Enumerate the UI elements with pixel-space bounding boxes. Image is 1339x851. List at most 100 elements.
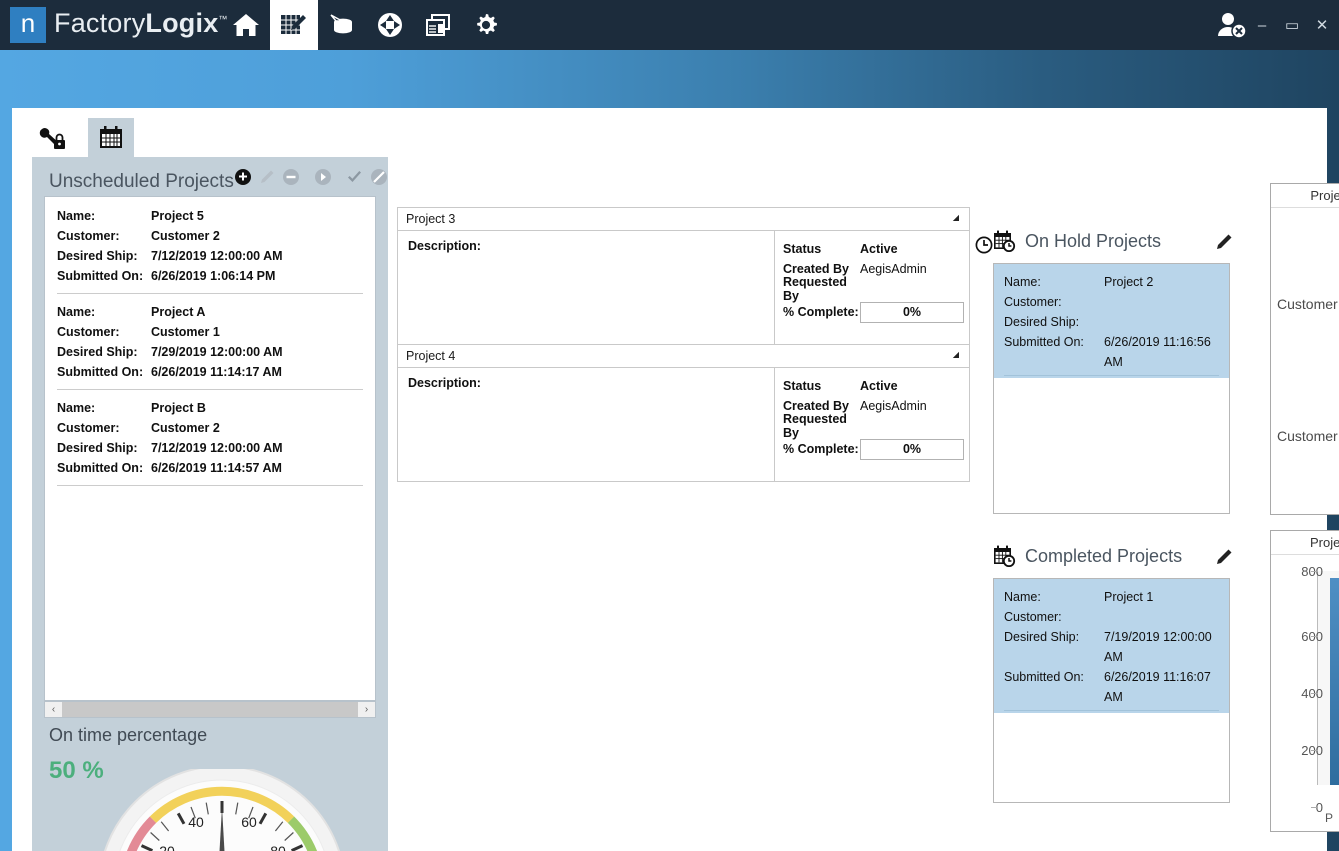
field-label-name: Name: xyxy=(57,398,151,418)
nav-settings-button[interactable] xyxy=(462,0,510,50)
field-label-desired-ship: Desired Ship: xyxy=(57,246,151,266)
unscheduled-projects-panel: Unscheduled Projects xyxy=(32,157,388,851)
nav-planning-button[interactable] xyxy=(270,0,318,50)
created-by-value: AegisAdmin xyxy=(860,262,927,276)
window-minimize-button[interactable]: – xyxy=(1255,18,1269,33)
description-label: Description: xyxy=(408,376,481,390)
projects-revenue-chart[interactable]: Projects R 800 600 400 200 0 xyxy=(1270,530,1339,832)
chart-category-label: Customer 1 xyxy=(1277,296,1339,312)
unscheduled-list-hscrollbar[interactable]: ‹ › xyxy=(44,701,376,718)
window-frame: Unscheduled Projects xyxy=(0,50,1339,851)
unscheduled-panel-title: Unscheduled Projects xyxy=(49,171,234,193)
scroll-right-arrow[interactable]: › xyxy=(358,702,375,717)
on-hold-projects-list[interactable]: Name:Project 2 Customer: Desired Ship: S… xyxy=(993,263,1230,514)
status-label: Status xyxy=(783,379,860,393)
chart-category-label: Customer 2 xyxy=(1277,428,1339,444)
pencil-icon[interactable] xyxy=(259,169,275,185)
created-by-label: Created By xyxy=(783,262,860,276)
minus-icon[interactable] xyxy=(282,168,300,186)
percent-complete-field[interactable]: 0% xyxy=(860,439,964,460)
percent-complete-field[interactable]: 0% xyxy=(860,302,964,323)
unscheduled-projects-list[interactable]: Name:Project 5 Customer:Customer 2 Desir… xyxy=(44,196,376,701)
wrench-lock-icon xyxy=(39,125,67,151)
card-body: Description: StatusActive Created ByAegi… xyxy=(398,368,969,481)
app-body: Unscheduled Projects xyxy=(12,108,1327,851)
percent-complete-label: % Complete: xyxy=(783,305,860,319)
card-meta: StatusActive Created ByAegisAdmin Reques… xyxy=(774,368,969,481)
nav-windows-button[interactable] xyxy=(414,0,462,50)
field-value-name: Project 5 xyxy=(151,206,204,226)
brand-first: Factory xyxy=(54,8,145,38)
nav-home-button[interactable] xyxy=(222,0,270,50)
list-item[interactable]: Name:Project 2 Customer: Desired Ship: S… xyxy=(994,264,1229,378)
window-close-button[interactable]: ✕ xyxy=(1315,18,1329,33)
field-label-name: Name: xyxy=(57,302,151,322)
list-item[interactable]: Name:Project 5 Customer:Customer 2 Desir… xyxy=(45,197,375,293)
user-logout-icon[interactable] xyxy=(1215,11,1249,44)
field-value-desired-ship: 7/12/2019 12:00:00 AM xyxy=(151,438,283,458)
percent-complete-label: % Complete: xyxy=(783,442,860,456)
sub-tab-bar xyxy=(12,108,1327,157)
field-label-customer: Customer: xyxy=(57,418,151,438)
completed-projects-list[interactable]: Name:Project 1 Customer: Desired Ship:7/… xyxy=(993,578,1230,803)
field-value-desired-ship: 7/12/2019 12:00:00 AM xyxy=(151,246,283,266)
on-hold-projects-title: On Hold Projects xyxy=(993,230,1161,252)
nav-navigate-button[interactable] xyxy=(366,0,414,50)
list-item[interactable]: Name:Project 1 Customer: Desired Ship:7/… xyxy=(994,579,1229,713)
field-label-submitted-on: Submitted On: xyxy=(1004,332,1104,372)
nav-materials-button[interactable] xyxy=(318,0,366,50)
block-icon[interactable] xyxy=(370,168,388,186)
on-hold-edit-button[interactable] xyxy=(1215,233,1233,256)
requested-by-label: Requested By xyxy=(783,275,860,303)
field-value-name: Project A xyxy=(151,302,205,322)
list-item[interactable]: Name:Project A Customer:Customer 1 Desir… xyxy=(45,293,375,389)
on-time-percentage-gauge: 0 20 40 60 80 100 xyxy=(77,769,367,851)
scroll-left-arrow[interactable]: ‹ xyxy=(45,702,62,717)
tab-engineering[interactable] xyxy=(30,118,76,157)
field-label-customer: Customer: xyxy=(1004,292,1104,312)
field-label-submitted-on: Submitted On: xyxy=(57,266,151,286)
field-label-desired-ship: Desired Ship: xyxy=(57,342,151,362)
clock-icon[interactable] xyxy=(975,236,993,254)
add-icon[interactable] xyxy=(234,168,252,186)
window-controls: – ▭ ✕ xyxy=(1255,0,1329,50)
unscheduled-toolbar xyxy=(234,168,388,186)
field-value-customer: Customer 1 xyxy=(151,322,220,342)
x-tick-label: P xyxy=(1325,811,1333,825)
chart-bar xyxy=(1330,578,1339,785)
card-title: Project 4 xyxy=(406,349,455,363)
svg-text:40: 40 xyxy=(188,814,204,830)
field-label-submitted-on: Submitted On: xyxy=(1004,667,1104,707)
field-label-name: Name: xyxy=(57,206,151,226)
field-label-customer: Customer: xyxy=(57,226,151,246)
check-icon[interactable] xyxy=(346,169,363,186)
field-label-customer: Customer: xyxy=(57,322,151,342)
projects-by-customer-chart[interactable]: Projects B Customer 1 Customer 2 xyxy=(1270,183,1339,515)
created-by-label: Created By xyxy=(783,399,860,413)
field-label-submitted-on: Submitted On: xyxy=(57,362,151,382)
completed-title-text: Completed Projects xyxy=(1025,546,1182,567)
arrow-right-icon[interactable] xyxy=(314,168,332,186)
card-resize-handle[interactable] xyxy=(949,349,961,364)
card-header[interactable]: Project 3 xyxy=(398,208,969,231)
field-value-submitted-on: 6/26/2019 11:16:07 AM xyxy=(1104,667,1219,707)
completed-edit-button[interactable] xyxy=(1215,548,1233,571)
card-header[interactable]: Project 4 xyxy=(398,345,969,368)
calendar-icon xyxy=(98,125,124,150)
created-by-value: AegisAdmin xyxy=(860,399,927,413)
active-project-card[interactable]: Project 4 Description: StatusActive Crea… xyxy=(397,344,970,482)
calendar-clock-icon xyxy=(993,230,1017,252)
card-resize-handle[interactable] xyxy=(949,212,961,227)
list-item[interactable]: Name:Project B Customer:Customer 2 Desir… xyxy=(45,389,375,485)
brand-second: Logix xyxy=(145,8,218,38)
field-value-name: Project 1 xyxy=(1104,587,1153,607)
card-body: Description: StatusActive Created ByAegi… xyxy=(398,231,969,344)
tab-planning-calendar[interactable] xyxy=(88,118,134,157)
list-bottom-divider xyxy=(57,485,363,486)
field-value-name: Project B xyxy=(151,398,206,418)
active-project-card[interactable]: Project 3 Description: StatusActive Crea… xyxy=(397,207,970,345)
window-maximize-button[interactable]: ▭ xyxy=(1285,18,1299,33)
field-value-submitted-on: 6/26/2019 11:16:56 AM xyxy=(1104,332,1219,372)
app-logo-mark: n xyxy=(10,7,46,43)
field-label-name: Name: xyxy=(1004,587,1104,607)
